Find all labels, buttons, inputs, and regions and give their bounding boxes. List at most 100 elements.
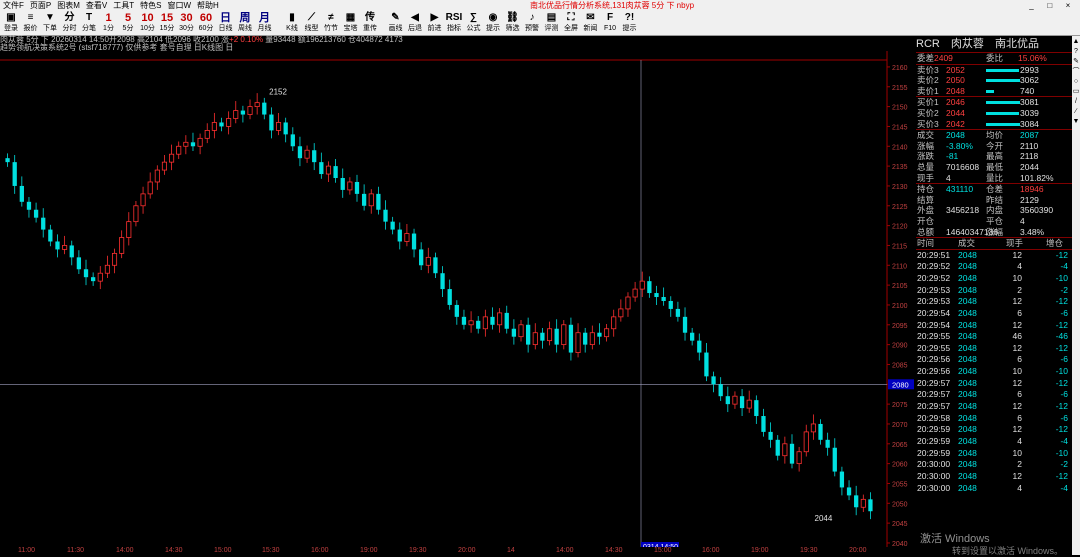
minimize-button[interactable]: _ (1024, 0, 1040, 11)
toolbar-button-baota[interactable]: ▦ 宝塔 (342, 12, 360, 34)
tick-row[interactable]: 20:29:53 2048 2 -2 (916, 285, 1072, 297)
tick-row[interactable]: 20:29:57 2048 12 -12 (916, 378, 1072, 390)
candle-body-up (632, 288, 638, 298)
tick-row[interactable]: 20:30:00 2048 12 -12 (916, 471, 1072, 483)
toolstrip-button[interactable]: ▼ (1072, 116, 1080, 126)
toolbar-button-segment[interactable]: ⟋ 线型 (303, 12, 321, 34)
tick-row[interactable]: 20:29:52 2048 4 -4 (916, 261, 1072, 273)
tick-row[interactable]: 20:29:59 2048 12 -12 (916, 424, 1072, 436)
side-toolstrip[interactable]: ▲? ✎ ⌒ ○ ▭ / ∕ ▼ (1072, 36, 1080, 555)
menu-item[interactable]: 页面P (27, 0, 54, 11)
toolbar-button-month[interactable]: 月月线 (256, 12, 274, 34)
toolbar-button-alert[interactable]: ♪ 预警 (523, 12, 541, 34)
toolbar-button-p10[interactable]: 10 10分 (139, 12, 157, 34)
toolbar-button-tick[interactable]: ≠ 竹节 (322, 12, 340, 34)
tick-row[interactable]: 20:29:56 2048 6 -6 (916, 354, 1072, 366)
menu-item[interactable]: 特色S (137, 0, 164, 11)
toolstrip-button[interactable]: / (1072, 96, 1080, 106)
toolbar-button-eval[interactable]: ▤ 评测 (543, 12, 561, 34)
p10-icon: 10 (141, 12, 154, 24)
tick-row[interactable]: 20:30:00 2048 2 -2 (916, 459, 1072, 471)
toolbar-button-day[interactable]: 日日线 (217, 12, 235, 34)
toolbar-label: 30分 (179, 25, 194, 32)
tick-volume: 4 (1017, 482, 1022, 493)
toolbar-button-p60[interactable]: 60 60分 (197, 12, 215, 34)
tick-row[interactable]: 20:29:51 2048 12 -12 (916, 250, 1072, 262)
candle-body-down (55, 241, 60, 250)
tick-row[interactable]: 20:29:56 2048 10 -10 (916, 366, 1072, 378)
candle-body-down (668, 300, 673, 309)
candle-body-down (490, 316, 495, 325)
toolstrip-button[interactable]: ○ (1072, 76, 1080, 86)
toolbar-button-draw[interactable]: ✎ 画线 (387, 12, 405, 34)
kline-chart[interactable]: 2160 2155 2150 2145 2140 2135 2130 2125 2120 2115… (0, 51, 915, 547)
toolstrip-button[interactable]: ∕ (1072, 106, 1080, 116)
toolbar-button-rsi[interactable]: RSI 指标 (445, 12, 463, 34)
toolbar-button-formula[interactable]: ∑ 公式 (465, 12, 483, 34)
candle-body-up (183, 141, 189, 147)
tick-row[interactable]: 20:29:54 2048 6 -6 (916, 308, 1072, 320)
chart-background (0, 51, 915, 547)
toolstrip-button[interactable]: ▭ (1072, 86, 1080, 96)
toolbar-button-week[interactable]: 周周线 (236, 12, 254, 34)
close-button[interactable]: × (1060, 0, 1076, 11)
candle-body-up (604, 328, 610, 338)
candle-body-down (433, 257, 438, 274)
asks-price: 2052 (946, 64, 965, 75)
tick-row[interactable]: 20:29:55 2048 12 -12 (916, 343, 1072, 355)
toolbar-button-back[interactable]: ◀ 后退 (406, 12, 424, 34)
toolbar-button-kline[interactable]: ▮ K线 (283, 12, 301, 34)
candle-body-down (647, 281, 652, 294)
menu-item[interactable]: 文件F (0, 0, 27, 11)
tick-volume: 6 (1017, 412, 1022, 423)
tick-row[interactable]: 20:29:59 2048 4 -4 (916, 436, 1072, 448)
menu-item[interactable]: 工具T (110, 0, 137, 11)
toolbar-button-filter[interactable]: ⛓ 筛选 (504, 12, 522, 34)
window-title: 南北优品行情分析系统,131肉苁蓉 5分 下 nbyp (530, 1, 695, 10)
tick-row[interactable]: 20:29:53 2048 12 -12 (916, 296, 1072, 308)
toolbar-button-tip[interactable]: ◉ 提示 (484, 12, 502, 34)
tick-price: 2048 (958, 342, 977, 353)
tick-volume: 6 (1017, 354, 1022, 365)
tick-price: 2048 (958, 331, 977, 342)
toolbar-button-p15[interactable]: 15 15分 (158, 12, 176, 34)
toolbar-button-p1[interactable]: 1 1分 (100, 12, 118, 34)
y-tick-label: 2075 (892, 402, 908, 409)
toolstrip-button[interactable]: ? (1072, 46, 1080, 56)
toolbar-button-fullscreen[interactable]: ⛶ 全屏 (562, 12, 580, 34)
y-tick-label: 2105 (892, 283, 908, 290)
tick-row[interactable]: 20:29:59 2048 10 -10 (916, 448, 1072, 460)
tick-row[interactable]: 20:29:55 2048 46 -46 (916, 331, 1072, 343)
toolstrip-button[interactable]: ✎ (1072, 56, 1080, 66)
toolbar-button-fenshi[interactable]: 分分时 (61, 12, 79, 34)
toolbar-button-news[interactable]: ✉ 新闻 (582, 12, 600, 34)
tick-list[interactable]: 20:29:51 2048 12 -12 20:29:52 2048 4 -4 20:29:52… (916, 248, 1072, 495)
maximize-button[interactable]: □ (1042, 0, 1058, 11)
ask-levels: 卖价3 2052 2993 卖价2 2050 3062 卖价1 2048 740 (916, 63, 1072, 97)
toolstrip-button[interactable]: ▲ (1072, 36, 1080, 46)
toolbar-button-help[interactable]: ?! 提示 (621, 12, 639, 34)
segment-icon: ⟋ (308, 12, 315, 23)
tick-row[interactable]: 20:30:00 2048 4 -4 (916, 483, 1072, 495)
tick-row[interactable]: 20:29:54 2048 12 -12 (916, 320, 1072, 332)
toolbar-button-p30[interactable]: 30 30分 (178, 12, 196, 34)
toolbar-button-price[interactable]: ≡ 报价 (22, 12, 40, 34)
tick-row[interactable]: 20:29:58 2048 6 -6 (916, 413, 1072, 425)
tick-row[interactable]: 20:29:52 2048 10 -10 (916, 273, 1072, 285)
toolbar-button-chuan[interactable]: 传重传 (361, 12, 379, 34)
toolbar-button-f10[interactable]: F F10 (601, 12, 619, 34)
toolbar-button-monitor[interactable]: ▣ 登录 (2, 12, 20, 34)
toolbar-button-forward[interactable]: ▶ 前进 (426, 12, 444, 34)
toolbar-button-p5[interactable]: 5 5分 (119, 12, 137, 34)
menu-item[interactable]: 图表M (54, 0, 83, 11)
menu-item[interactable]: 窗口W (164, 0, 194, 11)
menu-item[interactable]: 帮助H (194, 0, 222, 11)
toolbar-button-down[interactable]: ▼ 下单 (41, 12, 59, 34)
toolstrip-button[interactable]: ⌒ (1072, 66, 1080, 76)
tick-row[interactable]: 20:29:57 2048 6 -6 (916, 389, 1072, 401)
f10-icon: F (606, 12, 614, 23)
toolbar-button-fenbi[interactable]: T 分笔 (80, 12, 98, 34)
tick-row[interactable]: 20:29:57 2048 12 -12 (916, 401, 1072, 413)
menu-item[interactable]: 查看V (83, 0, 110, 11)
tick-volume: 46 (1012, 331, 1022, 342)
